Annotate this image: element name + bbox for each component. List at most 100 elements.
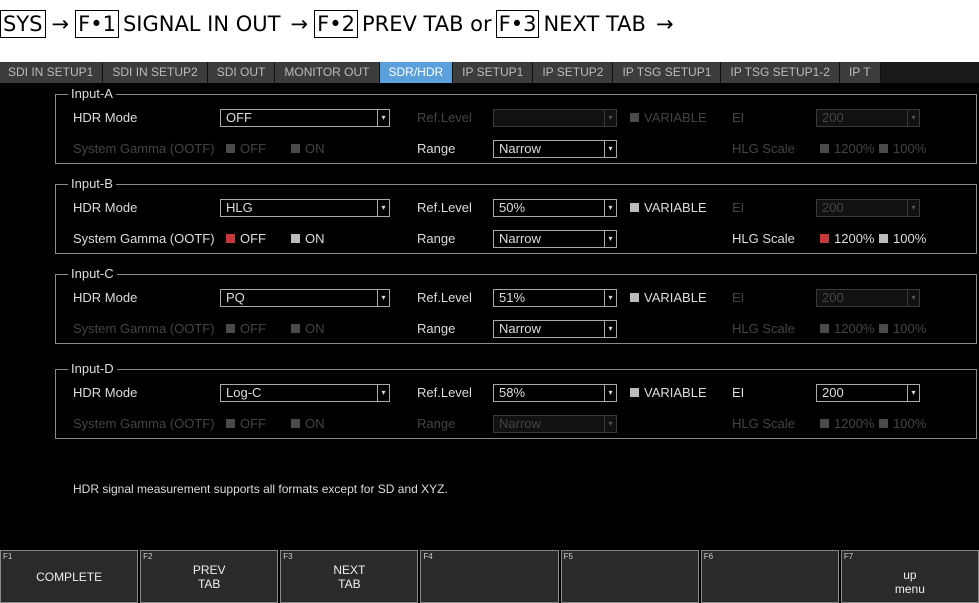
- gamma-on-radio[interactable]: ON: [291, 141, 325, 157]
- radio-icon: [226, 144, 235, 153]
- chevron-down-icon: ▾: [907, 290, 919, 306]
- f7-up-menu-button[interactable]: F7 up menu: [840, 550, 979, 603]
- tab-sdi-in-setup2[interactable]: SDI IN SETUP2: [103, 62, 208, 83]
- tab-ip-tsg-setup1-2[interactable]: IP TSG SETUP1-2: [721, 62, 840, 83]
- chevron-down-icon: ▾: [604, 141, 616, 157]
- hlg-1200-radio[interactable]: 1200%: [820, 321, 874, 337]
- group-title: Input-B: [68, 176, 116, 192]
- hlg-100-radio[interactable]: 100%: [879, 416, 926, 432]
- hlg-100-radio[interactable]: 100%: [879, 231, 926, 247]
- arrow-icon: →: [51, 12, 70, 36]
- f5-button[interactable]: F5: [560, 550, 699, 603]
- radio-icon: [291, 144, 300, 153]
- radio-icon: [291, 324, 300, 333]
- f3-text: NEXT TAB: [543, 12, 646, 36]
- range-select[interactable]: Narrow ▾: [493, 140, 617, 158]
- variable-checkbox[interactable]: VARIABLE: [630, 110, 707, 126]
- tab-ip-t[interactable]: IP T: [839, 62, 881, 83]
- ref-level-label: Ref.Level: [417, 110, 472, 125]
- hdr-mode-label: HDR Mode: [73, 200, 138, 215]
- tab-monitor-out[interactable]: MONITOR OUT: [275, 62, 380, 83]
- sys-key: SYS: [0, 10, 46, 38]
- hlg-100-radio[interactable]: 100%: [879, 321, 926, 337]
- hlg-1200-radio[interactable]: 1200%: [820, 416, 874, 432]
- hdr-mode-label: HDR Mode: [73, 385, 138, 400]
- ei-select[interactable]: 200 ▾: [816, 289, 920, 307]
- ei-select[interactable]: 200 ▾: [816, 384, 920, 402]
- ref-level-select[interactable]: 50% ▾: [493, 199, 617, 217]
- ei-label: EI: [732, 110, 745, 125]
- hdr-mode-select[interactable]: HLG ▾: [220, 199, 390, 217]
- range-label: Range: [417, 141, 456, 156]
- chevron-down-icon: ▾: [604, 200, 616, 216]
- input-a-group: Input-A HDR Mode OFF ▾ Ref.Level ▾ VARIAB…: [55, 86, 977, 164]
- chevron-down-icon: ▾: [604, 416, 616, 432]
- tab-sdi-in-setup1[interactable]: SDI IN SETUP1: [0, 62, 104, 83]
- hlg-scale-label: HLG Scale: [732, 231, 795, 246]
- radio-icon: [820, 144, 829, 153]
- radio-icon: [879, 234, 888, 243]
- ref-level-select[interactable]: ▾: [493, 109, 617, 127]
- range-label: Range: [417, 231, 456, 246]
- f2-prev-tab-button[interactable]: F2 PREV TAB: [140, 550, 279, 603]
- chevron-down-icon: ▾: [377, 290, 389, 306]
- range-select[interactable]: Narrow ▾: [493, 230, 617, 248]
- gamma-on-radio[interactable]: ON: [291, 231, 325, 247]
- variable-checkbox[interactable]: VARIABLE: [630, 200, 707, 216]
- ref-level-select[interactable]: 58% ▾: [493, 384, 617, 402]
- f6-button[interactable]: F6: [700, 550, 839, 603]
- ei-label: EI: [732, 385, 745, 400]
- hlg-1200-radio[interactable]: 1200%: [820, 231, 874, 247]
- gamma-off-radio[interactable]: OFF: [226, 141, 266, 157]
- tab-sdr-hdr[interactable]: SDR/HDR: [379, 62, 454, 83]
- gamma-off-radio[interactable]: OFF: [226, 231, 266, 247]
- chevron-down-icon: ▾: [604, 110, 616, 126]
- hlg-100-radio[interactable]: 100%: [879, 141, 926, 157]
- tab-ip-tsg-setup1[interactable]: IP TSG SETUP1: [613, 62, 722, 83]
- chevron-down-icon: ▾: [604, 385, 616, 401]
- hdr-mode-select[interactable]: PQ ▾: [220, 289, 390, 307]
- system-gamma-label: System Gamma (OOTF): [73, 141, 215, 156]
- range-label: Range: [417, 321, 456, 336]
- f3-key: F•3: [495, 10, 540, 38]
- hdr-mode-select[interactable]: OFF ▾: [220, 109, 390, 127]
- radio-icon: [879, 419, 888, 428]
- hdr-mode-label: HDR Mode: [73, 110, 138, 125]
- tab-ip-setup2[interactable]: IP SETUP2: [533, 62, 614, 83]
- tab-ip-setup1[interactable]: IP SETUP1: [453, 62, 534, 83]
- variable-checkbox[interactable]: VARIABLE: [630, 290, 707, 306]
- gamma-off-radio[interactable]: OFF: [226, 321, 266, 337]
- radio-checked-icon: [226, 234, 235, 243]
- ref-level-select[interactable]: 51% ▾: [493, 289, 617, 307]
- radio-icon: [879, 144, 888, 153]
- tab-bar: SDI IN SETUP1 SDI IN SETUP2 SDI OUT MONI…: [0, 62, 979, 83]
- f4-button[interactable]: F4: [420, 550, 559, 603]
- ei-select[interactable]: 200 ▾: [816, 199, 920, 217]
- f3-next-tab-button[interactable]: F3 NEXT TAB: [280, 550, 419, 603]
- info-note: HDR signal measurement supports all form…: [73, 482, 448, 496]
- ref-level-label: Ref.Level: [417, 200, 472, 215]
- gamma-off-radio[interactable]: OFF: [226, 416, 266, 432]
- chevron-down-icon: ▾: [604, 290, 616, 306]
- chevron-down-icon: ▾: [604, 321, 616, 337]
- chevron-down-icon: ▾: [377, 200, 389, 216]
- system-gamma-label: System Gamma (OOTF): [73, 321, 215, 336]
- input-b-group: Input-B HDR Mode HLG ▾ Ref.Level 50% ▾ VAR…: [55, 176, 977, 254]
- hdr-mode-select[interactable]: Log-C ▾: [220, 384, 390, 402]
- hlg-1200-radio[interactable]: 1200%: [820, 141, 874, 157]
- range-select[interactable]: Narrow ▾: [493, 415, 617, 433]
- group-title: Input-A: [68, 86, 116, 102]
- variable-checkbox[interactable]: VARIABLE: [630, 385, 707, 401]
- gamma-on-radio[interactable]: ON: [291, 416, 325, 432]
- input-c-group: Input-C HDR Mode PQ ▾ Ref.Level 51% ▾ VARI…: [55, 266, 977, 344]
- f1-complete-button[interactable]: F1 COMPLETE: [0, 550, 139, 603]
- system-gamma-label: System Gamma (OOTF): [73, 231, 215, 246]
- chevron-down-icon: ▾: [377, 385, 389, 401]
- range-select[interactable]: Narrow ▾: [493, 320, 617, 338]
- gamma-on-radio[interactable]: ON: [291, 321, 325, 337]
- f1-key: F•1: [75, 10, 119, 38]
- ei-select[interactable]: 200 ▾: [816, 109, 920, 127]
- f2-text: PREV TAB or: [361, 12, 492, 36]
- tab-sdi-out[interactable]: SDI OUT: [207, 62, 276, 83]
- chevron-down-icon: ▾: [907, 110, 919, 126]
